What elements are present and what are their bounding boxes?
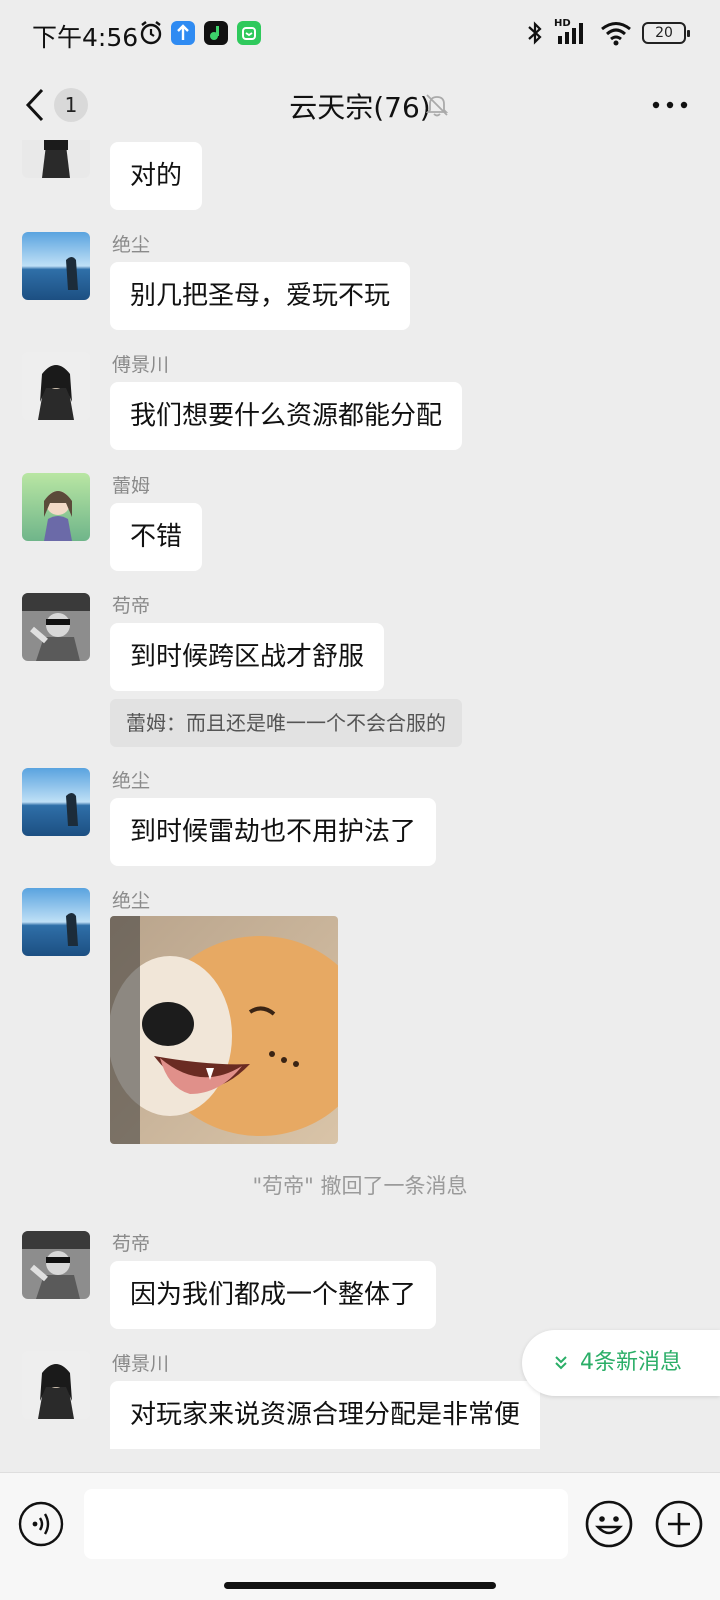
sender-name: 苟帝 [112, 1233, 151, 1255]
voice-input-button[interactable] [18, 1501, 64, 1547]
message-bubble[interactable]: 我们想要什么资源都能分配 [110, 382, 463, 450]
emoji-button[interactable] [584, 1499, 634, 1549]
bluetooth-icon [528, 21, 542, 45]
avatar[interactable] [22, 232, 90, 300]
new-messages-button[interactable]: 4条新消息 [522, 1330, 720, 1396]
sender-name: 绝尘 [112, 890, 151, 912]
avatar[interactable] [22, 473, 90, 541]
sender-name: 蕾姆 [112, 475, 151, 497]
avatar[interactable] [22, 768, 90, 836]
new-messages-label: 4条新消息 [580, 1350, 682, 1375]
message-bubble[interactable]: 到时候雷劫也不用护法了 [110, 798, 437, 866]
avatar[interactable] [22, 1231, 90, 1299]
sender-name: 傅景川 [112, 1353, 170, 1375]
message-list[interactable]: 对的 绝尘 别几把圣母，爱玩不玩 傅景川 我们想要什么资源都能分配 蕾姆 不错 … [0, 140, 720, 1472]
double-chevron-down-icon [555, 1356, 567, 1370]
signal-icon: HD [554, 18, 590, 46]
mute-bell-icon [425, 94, 449, 117]
avatar[interactable] [22, 888, 90, 956]
status-time: 下午4:56 [32, 23, 139, 52]
battery-level: 20 [655, 25, 673, 41]
recall-notice: "苟帝" 撤回了一条消息 [252, 1174, 468, 1198]
message-bubble[interactable]: 对的 [110, 142, 203, 210]
sender-name: 绝尘 [112, 770, 151, 792]
message-bubble[interactable]: 因为我们都成一个整体了 [110, 1261, 437, 1329]
message-bubble[interactable]: 不错 [110, 503, 203, 571]
avatar[interactable] [22, 593, 90, 661]
chat-title: 云天宗(76) [289, 91, 431, 124]
sender-name: 傅景川 [112, 354, 170, 376]
avatar[interactable] [22, 140, 90, 178]
battery-icon: 20 [642, 22, 690, 44]
input-bar [0, 1472, 720, 1600]
quoted-reply[interactable]: 蕾姆：而且还是唯一一个不会合服的 [110, 699, 462, 747]
chat-header: 1 云天宗(76) [0, 70, 720, 140]
message-bubble[interactable]: 到时候跨区战才舒服 [110, 623, 385, 691]
home-indicator[interactable] [224, 1582, 496, 1589]
upload-app-icon [171, 21, 195, 45]
avatar[interactable] [22, 1351, 90, 1419]
shiba-dog-sticker [110, 916, 338, 1144]
sticker-image[interactable] [110, 916, 338, 1144]
message-bubble[interactable]: 对玩家来说资源合理分配是非常便 [110, 1381, 541, 1449]
alarm-clock-icon [140, 21, 162, 45]
shield-app-icon [237, 21, 261, 45]
status-indicators: HD 20 [526, 18, 690, 48]
sender-name: 绝尘 [112, 234, 151, 256]
wifi-icon [601, 22, 631, 46]
more-options-button[interactable] [650, 92, 690, 118]
more-functions-button[interactable] [654, 1499, 704, 1549]
status-bar: 下午4:56 HD 20 [0, 0, 720, 70]
message-bubble[interactable]: 别几把圣母，爱玩不玩 [110, 262, 411, 330]
sender-name: 苟帝 [112, 595, 151, 617]
music-app-icon [204, 21, 228, 45]
avatar[interactable] [22, 352, 90, 420]
message-input[interactable] [84, 1489, 568, 1559]
